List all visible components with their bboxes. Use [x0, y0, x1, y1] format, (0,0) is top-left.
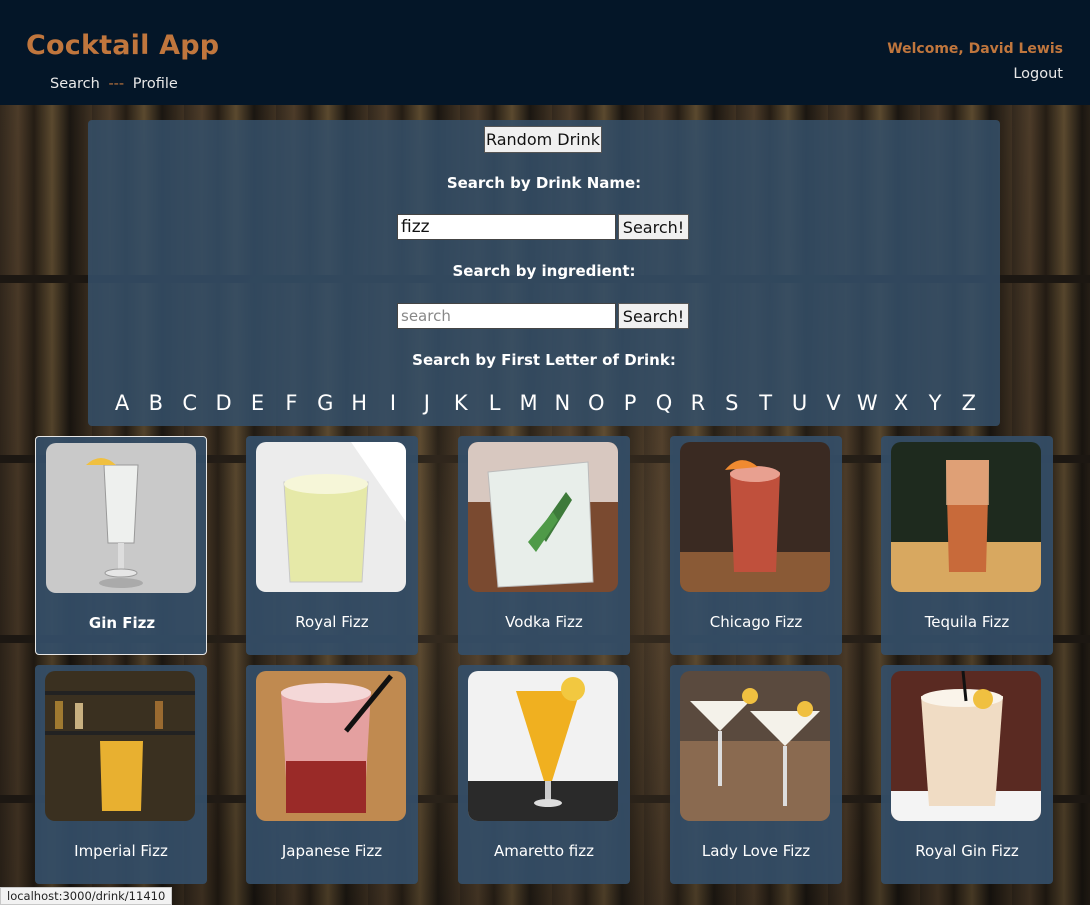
app-title: Cocktail App: [26, 30, 220, 61]
ingredient-input[interactable]: [397, 303, 616, 329]
letter-link-s[interactable]: S: [718, 391, 746, 421]
drink-card-name[interactable]: Royal Gin Fizz: [881, 842, 1053, 860]
drink-card-name[interactable]: Japanese Fizz: [246, 842, 418, 860]
letter-link-a[interactable]: A: [108, 391, 136, 421]
letter-link-j[interactable]: J: [413, 391, 441, 421]
drink-card[interactable]: Royal Gin Fizz: [881, 665, 1053, 884]
letter-link-l[interactable]: L: [481, 391, 509, 421]
drink-card[interactable]: Tequila Fizz: [881, 436, 1053, 655]
app-header: Cocktail App Search --- Profile Welcome,…: [0, 0, 1090, 105]
letter-link-v[interactable]: V: [819, 391, 847, 421]
drink-name-search-button[interactable]: Search!: [618, 214, 689, 240]
logout-link[interactable]: Logout: [1013, 66, 1063, 82]
nav-search-link[interactable]: Search: [50, 76, 100, 92]
drink-card[interactable]: Chicago Fizz: [670, 436, 842, 655]
nav-profile-link[interactable]: Profile: [133, 76, 178, 92]
welcome-message: Welcome, David Lewis: [887, 41, 1063, 57]
letter-link-k[interactable]: K: [447, 391, 475, 421]
search-by-name-label: Search by Drink Name:: [446, 174, 642, 192]
nav-separator: ---: [108, 76, 125, 92]
random-drink-button[interactable]: Random Drink: [484, 126, 602, 153]
royal-gin-fizz-photo[interactable]: [891, 671, 1041, 821]
imperial-fizz-photo[interactable]: [45, 671, 195, 821]
ingredient-search-button[interactable]: Search!: [618, 303, 689, 329]
drink-card-name[interactable]: Royal Fizz: [246, 613, 418, 631]
drink-card-name[interactable]: Imperial Fizz: [35, 842, 207, 860]
letter-link-y[interactable]: Y: [921, 391, 949, 421]
drink-card[interactable]: Japanese Fizz: [246, 665, 418, 884]
drink-card-name[interactable]: Chicago Fizz: [670, 613, 842, 631]
drink-card-name[interactable]: Lady Love Fizz: [670, 842, 842, 860]
letter-index: ABCDEFGHIJKLMNOPQRSTUVWXYZ: [108, 391, 983, 421]
drink-card[interactable]: Imperial Fizz: [35, 665, 207, 884]
drink-card[interactable]: Vodka Fizz: [458, 436, 630, 655]
japanese-fizz-photo[interactable]: [256, 671, 406, 821]
drink-card-name[interactable]: Amaretto fizz: [458, 842, 630, 860]
search-panel: Random Drink Search by Drink Name: Searc…: [88, 120, 1000, 426]
letter-link-g[interactable]: G: [311, 391, 339, 421]
drink-card[interactable]: Amaretto fizz: [458, 665, 630, 884]
letter-link-h[interactable]: H: [345, 391, 373, 421]
drink-card-name[interactable]: Gin Fizz: [36, 614, 208, 632]
link-status-bar: localhost:3000/drink/11410: [0, 887, 173, 905]
lady-love-fizz-photo[interactable]: [680, 671, 830, 821]
gin-fizz-photo[interactable]: [46, 443, 196, 593]
letter-link-u[interactable]: U: [786, 391, 814, 421]
letter-link-t[interactable]: T: [752, 391, 780, 421]
chicago-fizz-photo[interactable]: [680, 442, 830, 592]
letter-link-q[interactable]: Q: [650, 391, 678, 421]
royal-fizz-photo[interactable]: [256, 442, 406, 592]
letter-link-z[interactable]: Z: [955, 391, 983, 421]
letter-link-i[interactable]: I: [379, 391, 407, 421]
letter-link-n[interactable]: N: [548, 391, 576, 421]
vodka-fizz-photo[interactable]: [468, 442, 618, 592]
drink-card-name[interactable]: Vodka Fizz: [458, 613, 630, 631]
letter-link-e[interactable]: E: [244, 391, 272, 421]
drink-card-name[interactable]: Tequila Fizz: [881, 613, 1053, 631]
letter-link-x[interactable]: X: [887, 391, 915, 421]
letter-link-p[interactable]: P: [616, 391, 644, 421]
drink-card[interactable]: Royal Fizz: [246, 436, 418, 655]
letter-link-m[interactable]: M: [515, 391, 543, 421]
amaretto-fizz-photo[interactable]: [468, 671, 618, 821]
letter-link-o[interactable]: O: [582, 391, 610, 421]
drink-name-input[interactable]: [397, 214, 616, 240]
main-nav: Search --- Profile: [50, 76, 178, 92]
letter-link-d[interactable]: D: [210, 391, 238, 421]
tequila-fizz-photo[interactable]: [891, 442, 1041, 592]
drink-card[interactable]: Lady Love Fizz: [670, 665, 842, 884]
drink-card[interactable]: Gin Fizz: [35, 436, 207, 655]
search-by-letter-label: Search by First Letter of Drink:: [412, 351, 676, 369]
letter-link-r[interactable]: R: [684, 391, 712, 421]
letter-link-b[interactable]: B: [142, 391, 170, 421]
letter-link-f[interactable]: F: [277, 391, 305, 421]
letter-link-w[interactable]: W: [853, 391, 881, 421]
search-by-ingredient-label: Search by ingredient:: [452, 262, 636, 280]
letter-link-c[interactable]: C: [176, 391, 204, 421]
